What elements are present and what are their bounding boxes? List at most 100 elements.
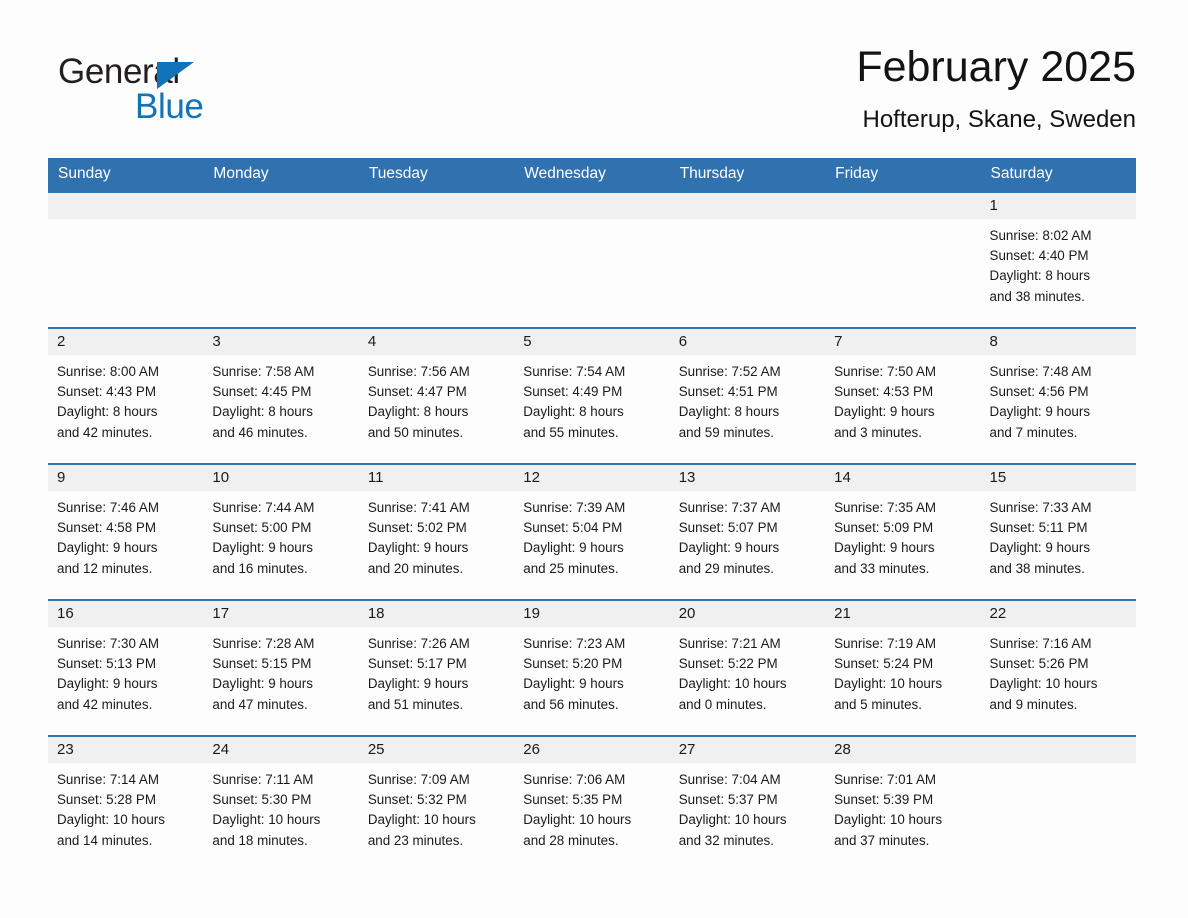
calendar-day-cell[interactable]: 20 Sunrise: 7:21 AM Sunset: 5:22 PM Dayligh… [669,601,826,726]
day-details: Sunrise: 7:54 AM Sunset: 4:49 PM Daylight:… [514,355,669,443]
title-block: February 2025 Hofterup, Skane, Sweden [856,42,1136,136]
calendar-day-cell[interactable]: 7 Sunrise: 7:50 AM Sunset: 4:53 PM Daylight… [825,329,981,454]
calendar-week-row: 2 Sunrise: 8:00 AM Sunset: 4:43 PM Daylight… [48,327,1136,454]
calendar-day-cell[interactable]: 15 Sunrise: 7:33 AM Sunset: 5:11 PM Dayligh… [980,465,1136,590]
day-details: Sunrise: 7:16 AM Sunset: 5:26 PM Daylight:… [981,627,1136,715]
day-number: 16 [48,601,204,627]
day-details: Sunrise: 7:28 AM Sunset: 5:15 PM Daylight:… [203,627,358,715]
sunrise-text: Sunrise: 7:41 AM [367,500,470,515]
generalblue-logo[interactable]: General Blue [58,52,278,138]
daylight-text: and 42 minutes. [57,696,153,712]
day-details: Sunrise: 7:26 AM Sunset: 5:17 PM Daylight:… [359,627,514,715]
calendar-day-cell[interactable]: 9 Sunrise: 7:46 AM Sunset: 4:58 PM Daylight… [48,465,204,590]
calendar-day-cell[interactable]: 12 Sunrise: 7:39 AM Sunset: 5:04 PM Dayligh… [514,465,670,590]
page-title: February 2025 [856,43,1136,91]
day-number: 2 [48,329,204,355]
daylight-text: and 47 minutes. [212,696,308,712]
day-details: Sunrise: 7:30 AM Sunset: 5:13 PM Daylight:… [48,627,203,715]
calendar-day-cell[interactable]: 14 Sunrise: 7:35 AM Sunset: 5:09 PM Dayligh… [825,465,981,590]
day-details: Sunrise: 8:00 AM Sunset: 4:43 PM Daylight:… [48,355,203,443]
daylight-text: Daylight: 10 hours [834,676,943,692]
weekday-header-tuesday: Tuesday [368,165,428,182]
day-details: Sunrise: 7:21 AM Sunset: 5:22 PM Daylight:… [670,627,825,715]
calendar-day-cell[interactable]: 22 Sunrise: 7:16 AM Sunset: 5:26 PM Dayligh… [980,601,1136,726]
calendar-day-cell[interactable]: 10 Sunrise: 7:44 AM Sunset: 5:00 PM Dayligh… [203,465,359,590]
sunset-text: Sunset: 4:58 PM [57,520,156,536]
calendar-day-cell[interactable]: 26 Sunrise: 7:06 AM Sunset: 5:35 PM Dayligh… [514,737,670,862]
sunset-text: Sunset: 4:47 PM [367,384,467,400]
sunrise-text: Sunrise: 7:58 AM [212,364,315,379]
daylight-text: Daylight: 10 hours [57,812,165,828]
calendar-day-cell[interactable]: 17 Sunrise: 7:28 AM Sunset: 5:15 PM Dayligh… [203,601,359,726]
sunset-text: Sunset: 4:56 PM [989,384,1089,400]
weekday-header-thursday: Thursday [679,165,745,182]
calendar-day-cell-empty [48,193,204,318]
sunset-text: Sunset: 5:30 PM [212,792,312,808]
day-details [825,219,980,226]
daylight-text: and 3 minutes. [834,424,922,440]
sunset-text: Sunset: 5:22 PM [678,656,778,672]
daylight-text: and 55 minutes. [523,424,619,440]
calendar-week-row: 16 Sunrise: 7:30 AM Sunset: 5:13 PM Dayligh… [48,599,1136,726]
sunset-text: Sunset: 5:04 PM [523,520,623,536]
calendar-day-cell[interactable]: 24 Sunrise: 7:11 AM Sunset: 5:30 PM Dayligh… [203,737,359,862]
calendar-day-cell[interactable]: 6 Sunrise: 7:52 AM Sunset: 4:51 PM Daylight… [669,329,826,454]
calendar-day-cell[interactable]: 1 Sunrise: 8:02 AM Sunset: 4:40 PM Daylight… [980,193,1136,318]
calendar-day-cell[interactable]: 21 Sunrise: 7:19 AM Sunset: 5:24 PM Dayligh… [825,601,981,726]
day-details: Sunrise: 7:41 AM Sunset: 5:02 PM Daylight:… [359,491,514,579]
sunset-text: Sunset: 4:51 PM [678,384,778,400]
calendar-day-cell[interactable]: 25 Sunrise: 7:09 AM Sunset: 5:32 PM Dayligh… [358,737,515,862]
day-details: Sunrise: 8:02 AM Sunset: 4:40 PM Daylight:… [981,219,1136,307]
calendar-day-cell[interactable]: 18 Sunrise: 7:26 AM Sunset: 5:17 PM Dayligh… [358,601,515,726]
sunrise-text: Sunrise: 8:02 AM [989,228,1092,243]
daylight-text: and 37 minutes. [834,832,930,848]
daylight-text: Daylight: 9 hours [989,540,1091,556]
calendar-day-cell[interactable]: 23 Sunrise: 7:14 AM Sunset: 5:28 PM Dayligh… [48,737,204,862]
sunrise-text: Sunrise: 7:23 AM [523,636,626,651]
calendar-day-cell[interactable]: 5 Sunrise: 7:54 AM Sunset: 4:49 PM Daylight… [514,329,670,454]
day-details: Sunrise: 7:44 AM Sunset: 5:00 PM Daylight:… [203,491,358,579]
sunset-text: Sunset: 5:24 PM [834,656,934,672]
sunrise-text: Sunrise: 7:35 AM [834,500,937,515]
sunset-text: Sunset: 5:07 PM [678,520,778,536]
day-number [514,193,670,219]
calendar-day-cell[interactable]: 11 Sunrise: 7:41 AM Sunset: 5:02 PM Dayligh… [358,465,515,590]
day-number: 12 [514,465,670,491]
day-details: Sunrise: 7:11 AM Sunset: 5:30 PM Daylight:… [203,763,358,851]
daylight-text: Daylight: 9 hours [678,540,780,556]
day-number: 23 [48,737,204,763]
weekday-header-saturday: Saturday [990,165,1053,182]
sunset-text: Sunset: 5:20 PM [523,656,623,672]
sunrise-text: Sunrise: 7:14 AM [57,772,159,787]
day-details: Sunrise: 7:37 AM Sunset: 5:07 PM Daylight:… [670,491,825,579]
calendar-day-cell[interactable]: 16 Sunrise: 7:30 AM Sunset: 5:13 PM Dayligh… [48,601,204,726]
daylight-text: and 56 minutes. [523,696,619,712]
daylight-text: Daylight: 9 hours [57,676,158,692]
daylight-text: and 29 minutes. [678,560,774,576]
sunrise-text: Sunrise: 7:37 AM [678,500,781,515]
calendar-day-cell[interactable]: 4 Sunrise: 7:56 AM Sunset: 4:47 PM Daylight… [358,329,515,454]
sunset-text: Sunset: 5:02 PM [367,520,467,536]
calendar-day-cell[interactable]: 28 Sunrise: 7:01 AM Sunset: 5:39 PM Dayligh… [825,737,981,862]
sunset-text: Sunset: 5:11 PM [989,520,1088,536]
sunset-text: Sunset: 5:17 PM [367,656,467,672]
sunrise-text: Sunrise: 7:06 AM [523,772,626,787]
daylight-text: and 59 minutes. [678,424,774,440]
daylight-text: and 9 minutes. [989,696,1078,712]
calendar-day-cell[interactable]: 3 Sunrise: 7:58 AM Sunset: 4:45 PM Daylight… [203,329,359,454]
day-details: Sunrise: 7:33 AM Sunset: 5:11 PM Daylight:… [981,491,1136,579]
weekday-header-friday: Friday [835,165,879,182]
day-details: Sunrise: 7:23 AM Sunset: 5:20 PM Daylight:… [514,627,669,715]
daylight-text: Daylight: 10 hours [367,812,476,828]
day-number: 5 [514,329,670,355]
calendar-day-cell[interactable]: 19 Sunrise: 7:23 AM Sunset: 5:20 PM Dayligh… [514,601,670,726]
calendar-day-cell[interactable]: 13 Sunrise: 7:37 AM Sunset: 5:07 PM Dayligh… [669,465,826,590]
day-details: Sunrise: 7:09 AM Sunset: 5:32 PM Daylight:… [359,763,514,851]
calendar-day-cell[interactable]: 8 Sunrise: 7:48 AM Sunset: 4:56 PM Daylight… [980,329,1136,454]
calendar-day-cell[interactable]: 27 Sunrise: 7:04 AM Sunset: 5:37 PM Dayligh… [669,737,826,862]
sunset-text: Sunset: 5:39 PM [834,792,934,808]
calendar-day-cell[interactable]: 2 Sunrise: 8:00 AM Sunset: 4:43 PM Daylight… [48,329,204,454]
calendar-day-cell-empty [514,193,670,318]
sunrise-text: Sunrise: 7:26 AM [367,636,470,651]
calendar-week-row: 9 Sunrise: 7:46 AM Sunset: 4:58 PM Daylight… [48,463,1136,590]
